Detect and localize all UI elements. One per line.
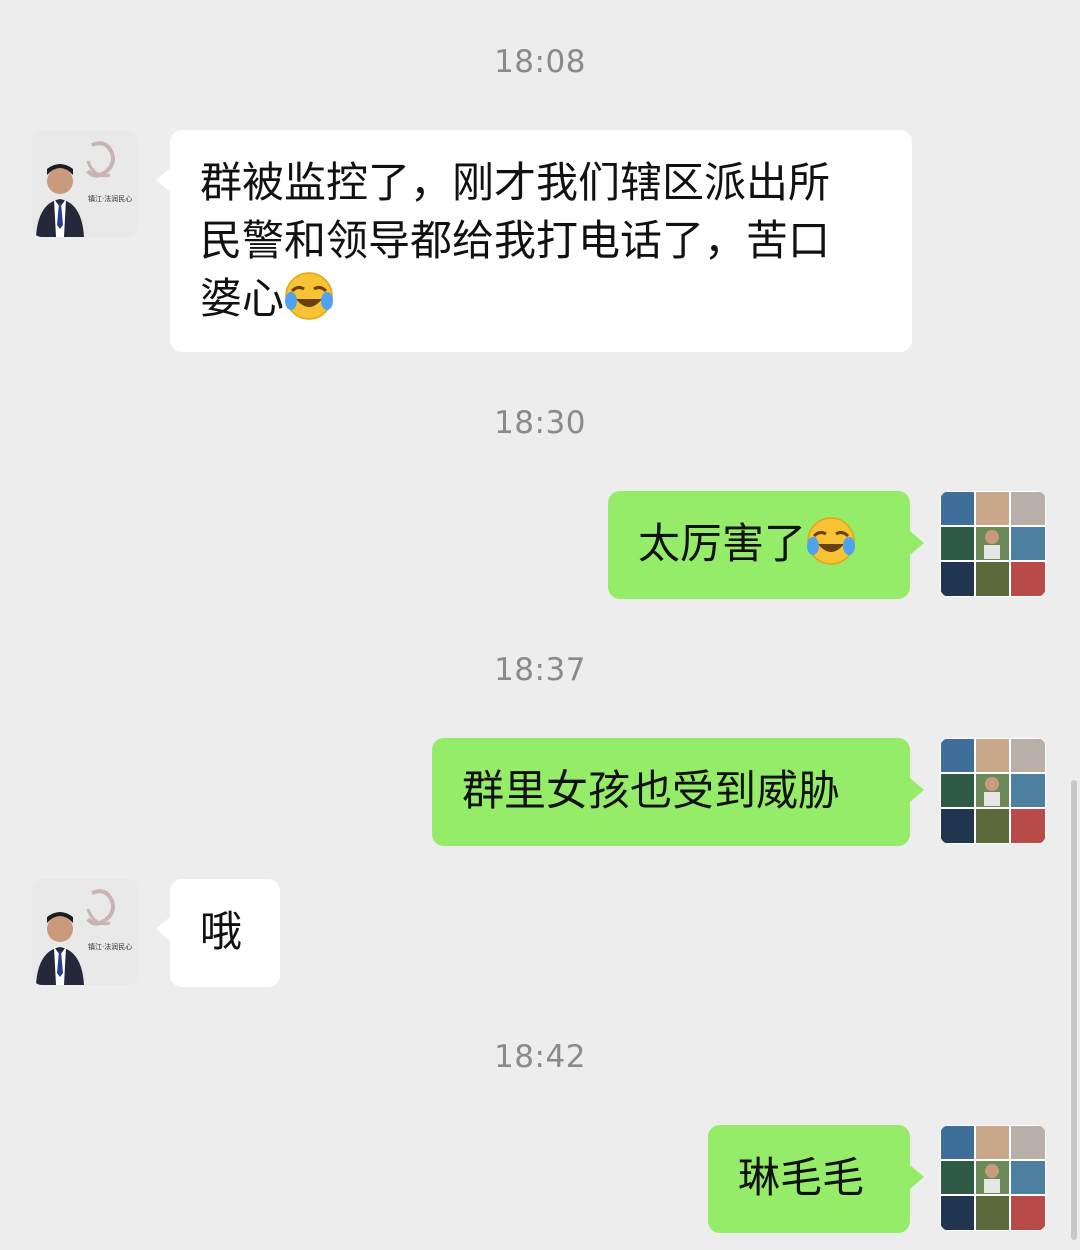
my-avatar[interactable]: [940, 738, 1046, 844]
message-text: 群里女孩也受到威胁: [462, 766, 841, 815]
timestamp: 18:42: [494, 1039, 586, 1075]
avatar-badge-text: 镇江·法润民心: [88, 942, 132, 951]
scrollbar[interactable]: [1071, 780, 1077, 1240]
my-avatar[interactable]: [940, 491, 1046, 597]
outgoing-message[interactable]: 群里女孩也受到威胁: [432, 738, 924, 846]
message-text: 太厉害了: [638, 519, 807, 568]
timestamp: 18:37: [494, 652, 586, 688]
message-text-line: 群被监控了，刚才我们辖区派出所: [200, 158, 831, 207]
contact-avatar[interactable]: 镇江·法润民心: [32, 131, 138, 237]
contact-avatar[interactable]: 镇江·法润民心: [32, 879, 138, 985]
message-text-line: 婆心: [200, 274, 285, 323]
tears-of-joy-emoji: [807, 517, 856, 565]
tears-of-joy-emoji: [285, 272, 334, 320]
timestamp: 18:08: [494, 44, 586, 80]
avatar-badge-text: 镇江·法润民心: [88, 194, 132, 203]
my-avatar[interactable]: [940, 1125, 1046, 1231]
incoming-message[interactable]: 哦: [156, 879, 280, 987]
timestamp: 18:30: [494, 405, 586, 441]
message-text: 琳毛毛: [738, 1153, 865, 1202]
message-text-line: 民警和领导都给我打电话了，苦口: [200, 216, 831, 265]
outgoing-message[interactable]: 琳毛毛: [708, 1125, 924, 1233]
incoming-message[interactable]: 群被监控了，刚才我们辖区派出所 民警和领导都给我打电话了，苦口 婆心: [156, 130, 912, 352]
outgoing-message[interactable]: 太厉害了: [608, 491, 924, 599]
message-text: 哦: [200, 907, 243, 956]
